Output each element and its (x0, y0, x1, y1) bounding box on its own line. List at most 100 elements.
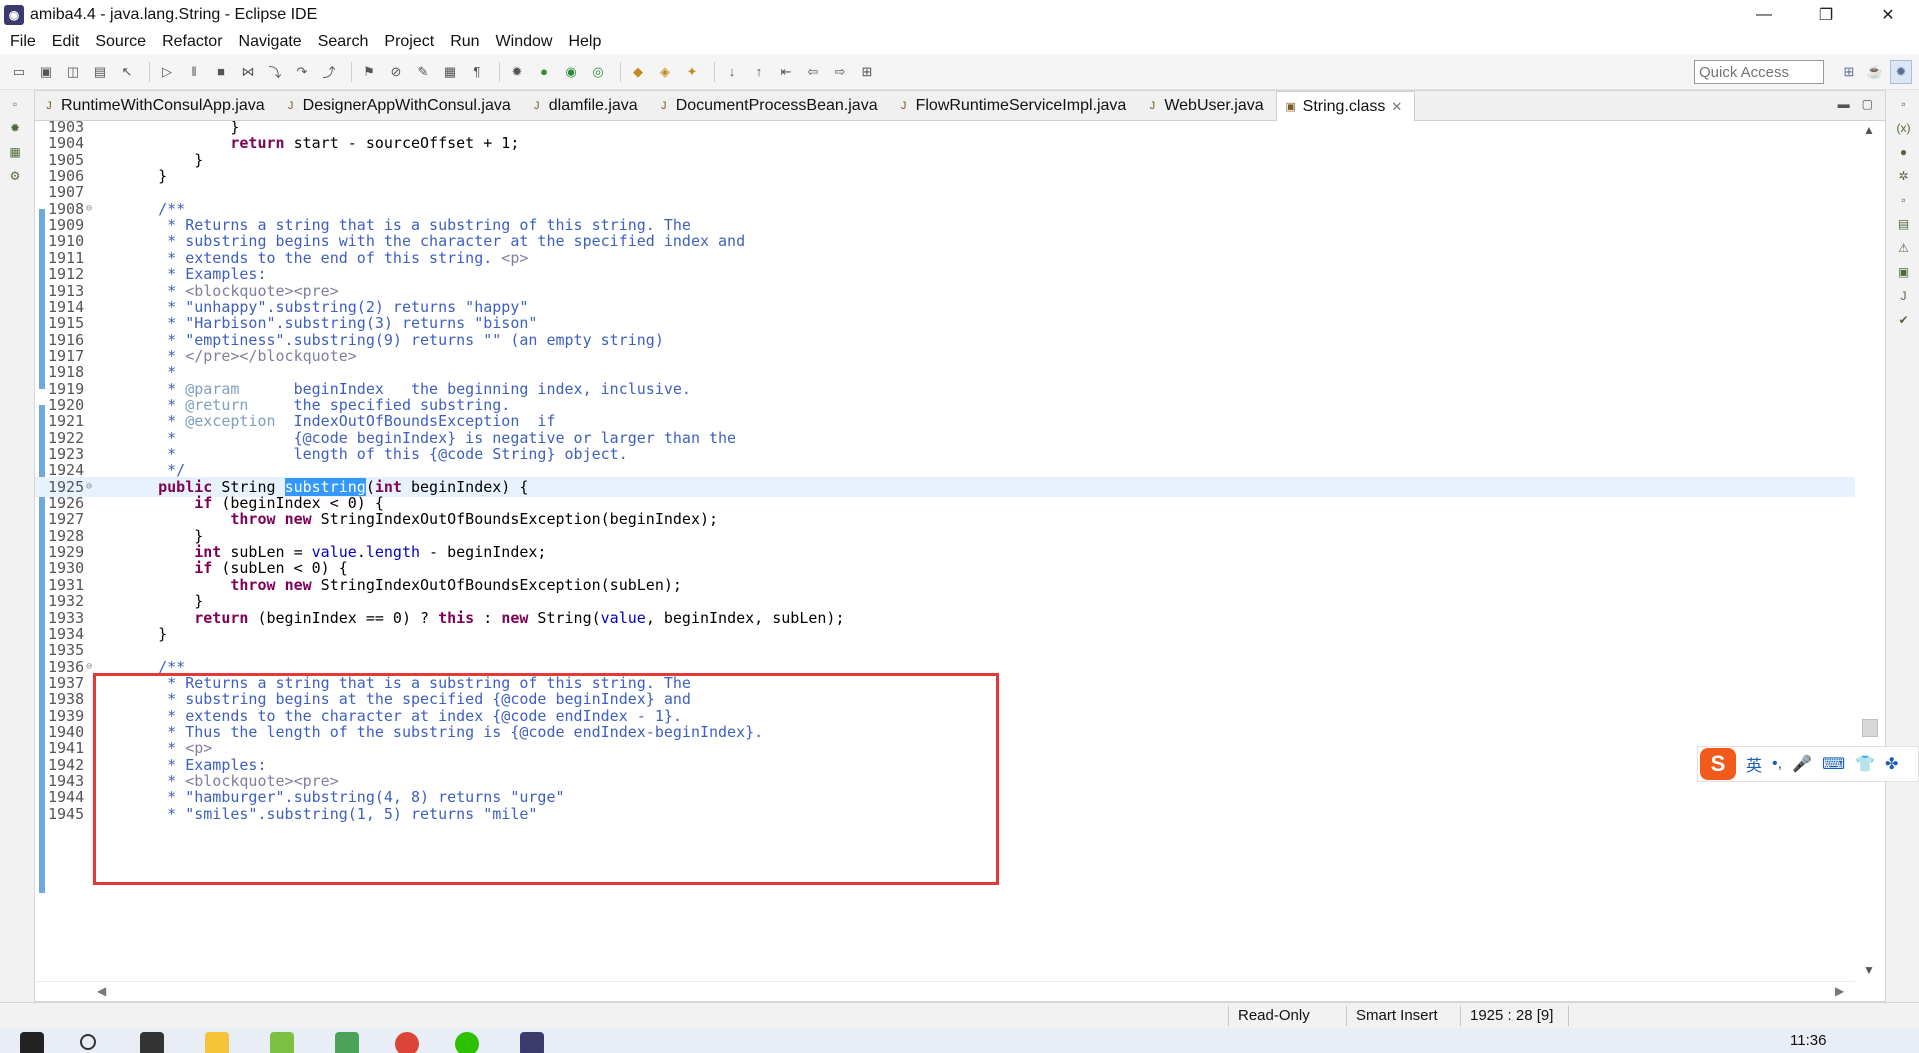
scroll-down-icon[interactable]: ▼ (1863, 963, 1875, 977)
task-view-icon[interactable] (140, 1032, 164, 1053)
close-tab-icon[interactable]: ✕ (1391, 99, 1402, 115)
suspend-icon[interactable]: ‖ (183, 61, 205, 83)
block-selection-icon[interactable]: ▦ (439, 61, 461, 83)
pin-editor-icon[interactable]: ⊞ (856, 61, 878, 83)
toolbar-separator (149, 61, 150, 82)
scroll-left-icon[interactable]: ◀ (97, 984, 106, 998)
disconnect-icon[interactable]: ⋈ (237, 61, 259, 83)
console-view-icon[interactable]: ▣ (1893, 262, 1915, 282)
servers-view-icon[interactable]: ⚙ (4, 166, 26, 186)
debug-perspective-icon[interactable]: ✹ (1890, 60, 1912, 84)
show-whitespace-icon[interactable]: ¶ (466, 61, 488, 83)
open-type-icon[interactable]: ◈ (654, 61, 676, 83)
minimized-views-icon[interactable]: ▫ (1893, 190, 1915, 210)
select-icon[interactable]: ↖ (116, 61, 138, 83)
menu-search[interactable]: Search (310, 33, 377, 51)
save-all-icon[interactable]: ◫ (62, 61, 84, 83)
step-return-icon[interactable]: ⤴ (318, 61, 340, 83)
vertical-scrollbar[interactable]: ▲ ▼ (1855, 121, 1883, 983)
menu-refactor[interactable]: Refactor (154, 33, 230, 51)
resume-icon[interactable]: ▷ (156, 61, 178, 83)
restore-button[interactable]: ❐ (1795, 0, 1857, 30)
ime-toolbox-icon[interactable]: ✤ (1885, 754, 1898, 774)
skip-breakpoints-icon[interactable]: ⊘ (385, 61, 407, 83)
search-icon[interactable] (80, 1034, 96, 1050)
step-into-icon[interactable]: ⤵ (264, 61, 286, 83)
ime-keyboard-icon[interactable]: ⌨ (1822, 754, 1845, 774)
external-tools-icon[interactable]: ◎ (587, 61, 609, 83)
package-explorer-icon[interactable]: ▦ (4, 142, 26, 162)
problems-view-icon[interactable]: ⚠ (1893, 238, 1915, 258)
menu-help[interactable]: Help (560, 33, 609, 51)
java-perspective-icon[interactable]: ☕ (1864, 60, 1886, 84)
tab-runtimewithconsulapp[interactable]: J RuntimeWithConsulApp.java (35, 91, 277, 121)
new-java-package-icon[interactable]: ◆ (627, 61, 649, 83)
menu-run[interactable]: Run (442, 33, 487, 51)
last-edit-location-icon[interactable]: ⇤ (775, 61, 797, 83)
menu-navigate[interactable]: Navigate (231, 33, 310, 51)
expressions-view-icon[interactable]: ✲ (1893, 166, 1915, 186)
scroll-up-icon[interactable]: ▲ (1863, 123, 1875, 137)
console-icon[interactable]: ▤ (89, 61, 111, 83)
junit-view-icon[interactable]: J (1893, 286, 1915, 306)
code-line[interactable]: 1945 * "smiles".substring(1, 5) returns … (35, 804, 1855, 824)
debug-view-icon[interactable]: ✹ (4, 118, 26, 138)
back-icon[interactable]: ⇦ (802, 61, 824, 83)
previous-annotation-icon[interactable]: ↑ (748, 61, 770, 83)
eclipse-taskbar-icon[interactable] (520, 1032, 544, 1053)
toggle-breakpoint-icon[interactable]: ⚑ (358, 61, 380, 83)
windows-start-icon[interactable] (20, 1032, 44, 1053)
maximize-editor-icon[interactable]: ▢ (1862, 97, 1873, 111)
minimize-button[interactable]: — (1733, 0, 1795, 30)
ime-skin-icon[interactable]: 👕 (1855, 754, 1875, 774)
menu-edit[interactable]: Edit (44, 33, 88, 51)
restore-view-icon[interactable]: ▫ (4, 94, 26, 114)
mark-occurrences-icon[interactable]: ✎ (412, 61, 434, 83)
forward-icon[interactable]: ⇨ (829, 61, 851, 83)
notepad-icon[interactable] (335, 1032, 359, 1053)
menu-project[interactable]: Project (376, 33, 442, 51)
tab-string-class[interactable]: ▣ String.class ✕ (1275, 91, 1416, 121)
tab-label: FlowRuntimeServiceImpl.java (915, 97, 1127, 114)
breakpoints-view-icon[interactable]: ● (1893, 142, 1915, 162)
tab-dlamfile[interactable]: Jdlamfile.java (523, 91, 650, 121)
new-icon[interactable]: ▭ (8, 61, 30, 83)
terminate-icon[interactable]: ■ (210, 61, 232, 83)
file-explorer-icon[interactable] (205, 1032, 229, 1053)
tab-documentprocessbean[interactable]: J DocumentProcessBean.java (650, 91, 890, 121)
quick-access-input[interactable] (1694, 60, 1824, 84)
main-toolbar: ▭ ▣ ◫ ▤ ↖ ▷ ‖ ■ ⋈ ⤵ ↷ ⤴ ⚑ ⊘ ✎ ▦ ¶ ✹ ● ◉ … (0, 54, 1919, 90)
eclipse-app-icon: ◉ (4, 5, 24, 25)
app-icon[interactable] (270, 1032, 294, 1053)
menu-window[interactable]: Window (488, 33, 561, 51)
tasks-view-icon[interactable]: ✔ (1893, 310, 1915, 330)
ime-language-toggle[interactable]: 英 (1746, 752, 1762, 776)
wechat-icon[interactable] (455, 1032, 479, 1053)
close-button[interactable]: ✕ (1857, 0, 1919, 30)
save-icon[interactable]: ▣ (35, 61, 57, 83)
sogou-logo-icon[interactable]: S (1700, 748, 1736, 780)
tab-webuser[interactable]: J WebUser.java (1138, 91, 1275, 121)
variables-view-icon[interactable]: (x) (1893, 118, 1915, 138)
restore-right-view-icon[interactable]: ▫ (1893, 94, 1915, 114)
menu-file[interactable]: File (2, 33, 44, 51)
tab-designerappwithconsul[interactable]: J DesignerAppWithConsul.java (277, 91, 523, 121)
ime-punctuation-icon[interactable]: •, (1772, 755, 1782, 773)
ime-microphone-icon[interactable]: 🎤 (1792, 754, 1812, 774)
next-annotation-icon[interactable]: ↓ (721, 61, 743, 83)
step-over-icon[interactable]: ↷ (291, 61, 313, 83)
debug-icon[interactable]: ✹ (506, 61, 528, 83)
horizontal-scrollbar[interactable]: ◀ ▶ (35, 981, 1855, 1001)
search-tool-icon[interactable]: ✦ (681, 61, 703, 83)
open-perspective-icon[interactable]: ⊞ (1838, 60, 1860, 84)
minimize-editor-icon[interactable]: ▬ (1838, 97, 1850, 111)
coverage-icon[interactable]: ◉ (560, 61, 582, 83)
tab-flowruntimeserviceimpl[interactable]: J FlowRuntimeServiceImpl.java (890, 91, 1139, 121)
code-editor[interactable]: 1903 } 1904 return start - sourceOffset +… (35, 121, 1855, 981)
outline-view-icon[interactable]: ▤ (1893, 214, 1915, 234)
chrome-icon[interactable] (395, 1032, 419, 1053)
scroll-thumb[interactable] (1862, 719, 1878, 737)
menu-source[interactable]: Source (87, 33, 154, 51)
scroll-right-icon[interactable]: ▶ (1835, 984, 1844, 998)
run-icon[interactable]: ● (533, 61, 555, 83)
